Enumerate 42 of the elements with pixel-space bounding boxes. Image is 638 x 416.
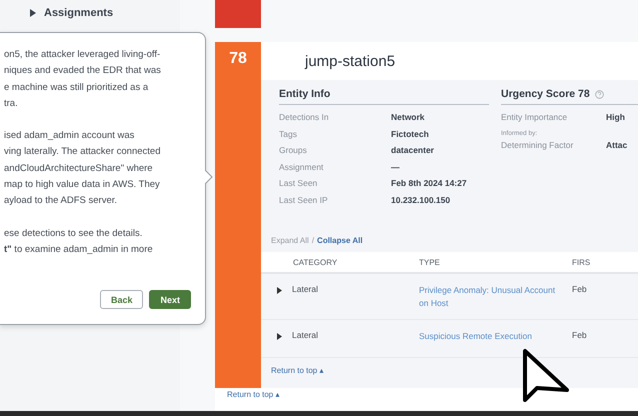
field-label: Entity Importance — [501, 112, 568, 122]
field-label: Groups — [279, 145, 308, 156]
column-header: CATEGORY — [293, 258, 338, 266]
table-cell: Lateral — [292, 284, 318, 294]
field-label: Assignment — [279, 162, 324, 172]
expand-icon[interactable] — [277, 333, 282, 340]
field-value: Feb 8th 2024 14:27 — [391, 178, 467, 188]
table-cell: Feb — [572, 284, 587, 294]
field-value: Attac — [606, 140, 628, 150]
table-cell: Lateral — [292, 330, 318, 340]
field-label: Determining Factor — [501, 140, 574, 150]
column-header: FIRS — [572, 258, 590, 266]
sidebar-item[interactable]: Assignments — [44, 7, 114, 19]
field-value: Fictotech — [391, 128, 429, 139]
section-title: Entity Info — [279, 88, 489, 105]
return-to-top-link[interactable]: Return to top ▴ — [227, 390, 280, 399]
section-title: Urgency Score 78 — [501, 88, 590, 100]
popover-text: on5, the attacker leveraged living-off- niques and evaded the EDR that was e machine was still prioritized as a tra. — [4, 48, 162, 111]
popover-text: ised adam_admin account was ving laterally. The attacker connected andCloudArchitectureShare" where map to high value data in AWS. They ayload to the ADFS server. — [4, 129, 162, 208]
field-value: High — [606, 112, 625, 122]
field-value: datacenter — [391, 145, 434, 156]
next-button[interactable]: Next — [149, 290, 191, 309]
field-label: Detections In — [279, 112, 330, 122]
separator: / — [312, 236, 314, 247]
collapse-all-link[interactable]: Collapse All — [317, 236, 363, 252]
field-label: Tags — [279, 128, 298, 139]
expand-icon[interactable] — [277, 287, 282, 294]
field-value: Network — [391, 112, 425, 122]
entity-title: jump-station5 — [305, 52, 396, 70]
field-value: 10.232.100.150 — [391, 194, 450, 205]
field-label: Last Seen IP — [279, 194, 329, 205]
table-cell: Feb — [572, 330, 587, 340]
column-header: TYPE — [419, 258, 440, 266]
back-button[interactable]: Back — [100, 290, 144, 309]
score-value: 78 — [229, 50, 247, 69]
popover-text: ese detections to see the details. t" to examine adam_admin in more — [4, 226, 154, 257]
detection-link[interactable]: Suspicious Remote Execution — [419, 330, 562, 343]
detection-link[interactable]: Privilege Anomaly: Unusual Account on Host — [419, 284, 562, 310]
caret-icon[interactable] — [30, 9, 36, 17]
field-value: — — [391, 162, 400, 172]
return-to-top-link[interactable]: Return to top ▴ — [271, 366, 324, 375]
field-label: Last Seen — [279, 178, 318, 188]
